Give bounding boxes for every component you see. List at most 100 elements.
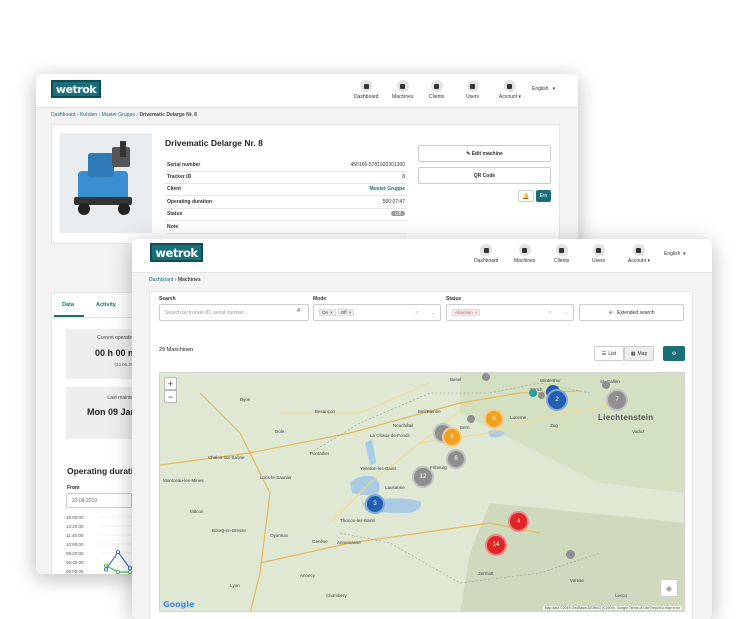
clients-icon bbox=[430, 80, 443, 92]
chevron-down-icon[interactable]: ⌄ bbox=[564, 310, 568, 316]
status-label: Status bbox=[446, 296, 462, 302]
account-icon bbox=[503, 80, 516, 92]
account-icon bbox=[632, 244, 645, 256]
map-label-basel: Basel bbox=[450, 377, 462, 382]
clear-icon[interactable]: × bbox=[415, 310, 418, 316]
search-input[interactable]: Search by tracker ID, serial number... bbox=[159, 304, 309, 321]
edit-machine-button[interactable]: ✎ Edit machine bbox=[418, 145, 551, 162]
map-label-vaduz: Vaduz bbox=[632, 429, 645, 434]
map-cluster[interactable]: 12 bbox=[412, 466, 434, 488]
map-cluster[interactable]: 2 bbox=[546, 389, 568, 411]
google-logo: Google bbox=[163, 600, 195, 609]
nav-users[interactable]: Users bbox=[466, 80, 479, 100]
map-pin[interactable] bbox=[482, 373, 490, 381]
wetrok-logo-front[interactable]: wetrok bbox=[150, 243, 203, 262]
users-icon bbox=[466, 80, 479, 92]
clients-icon bbox=[555, 244, 568, 256]
extended-search-button[interactable]: ⚟ Extended search bbox=[579, 304, 684, 321]
clear-icon[interactable]: × bbox=[548, 310, 551, 316]
status-badge: Off bbox=[391, 211, 405, 216]
series-point-1 bbox=[116, 570, 120, 574]
map-label-dijon: Dijon bbox=[240, 397, 251, 402]
language-select[interactable]: English ▾ bbox=[532, 86, 555, 92]
map-cluster[interactable]: 4 bbox=[508, 511, 529, 532]
list-icon: ☰ bbox=[601, 350, 607, 357]
map-label-zermatt: Zermatt bbox=[478, 571, 494, 576]
series-point-0 bbox=[104, 567, 109, 572]
map-label-la-chaux-de-fonds: La Chaux-de-Fonds bbox=[370, 433, 410, 438]
last-maintenance-box: Last mainten Mon 09 Jan bbox=[66, 387, 136, 439]
map-label-fribourg: Fribourg bbox=[430, 465, 447, 470]
tab-data[interactable]: Data bbox=[62, 302, 74, 308]
crumb-current: Machines bbox=[177, 277, 201, 283]
search-icon[interactable]: ⌕ bbox=[297, 307, 301, 315]
dashboard-icon bbox=[480, 244, 493, 256]
status-tag-attention[interactable]: Attention × bbox=[452, 309, 481, 316]
bell-icon[interactable]: 🔔 bbox=[518, 190, 534, 202]
nav-users-front[interactable]: Users bbox=[592, 244, 605, 264]
machines-map[interactable]: + − Dijon Besançon Basel Winterthur Züri… bbox=[159, 372, 685, 612]
mode-tag-off[interactable]: Off × bbox=[337, 309, 355, 316]
nav-clients-front[interactable]: Clients bbox=[554, 244, 569, 264]
map-cluster[interactable]: 6 bbox=[484, 409, 504, 429]
series-point-0 bbox=[116, 550, 121, 555]
qr-code-button[interactable]: QR Code bbox=[418, 167, 551, 184]
y-tick-label: 13:20:00 bbox=[66, 524, 84, 529]
map-label-zug: Zug bbox=[550, 423, 558, 428]
wetrok-logo[interactable]: wetrok bbox=[51, 80, 101, 98]
mode-label: Mode bbox=[313, 296, 327, 302]
nav-machines-front[interactable]: Machines bbox=[514, 244, 535, 264]
map-label-annecy: Annecy bbox=[300, 573, 316, 578]
map-pin[interactable] bbox=[467, 415, 475, 423]
from-label: From bbox=[67, 485, 80, 491]
search-label: Search bbox=[159, 296, 176, 302]
map-pin[interactable] bbox=[566, 550, 575, 559]
map-cluster[interactable]: 6 bbox=[442, 427, 462, 447]
map-label-bern: Bern bbox=[460, 425, 470, 430]
crumb-group[interactable]: Muster Gruppe bbox=[102, 112, 135, 118]
notify-toggle[interactable]: Ein bbox=[536, 190, 551, 202]
status-select[interactable]: Attention × × ⌄ bbox=[446, 304, 574, 321]
mode-select[interactable]: On × Off × × ⌄ bbox=[313, 304, 441, 321]
from-date-input[interactable]: 23.04.2019 bbox=[66, 493, 132, 508]
chevron-down-icon[interactable]: ⌄ bbox=[431, 310, 435, 316]
map-view-button[interactable]: ▦ Map bbox=[624, 346, 654, 361]
map-label-oyonnax: Oyonnax bbox=[270, 533, 289, 538]
tab-activity[interactable]: Activity bbox=[96, 302, 116, 308]
crumb-dashboard[interactable]: Dashboard bbox=[149, 277, 173, 283]
settings-button[interactable]: ⚙ bbox=[663, 346, 685, 361]
map-cluster[interactable]: 3 bbox=[365, 494, 385, 514]
layers-icon[interactable]: ◈ bbox=[660, 579, 678, 597]
map-label-lausanne: Lausanne bbox=[385, 485, 405, 490]
language-select-front[interactable]: English ▾ bbox=[664, 251, 686, 257]
nav-dashboard[interactable]: Dashboard bbox=[354, 80, 378, 100]
map-cluster[interactable]: 6 bbox=[446, 449, 466, 469]
nav-account-front[interactable]: Account ▾ bbox=[628, 244, 650, 264]
crumb-kunden[interactable]: Kunden bbox=[80, 112, 97, 118]
nav-dashboard-front[interactable]: Dashboard bbox=[474, 244, 498, 264]
detail-status: Status Off bbox=[165, 208, 407, 221]
operating-duration-chart: 15:00:00 13:20:00 11:40:00 10:00:00 08:20:00… bbox=[66, 515, 136, 574]
map-cluster[interactable]: 14 bbox=[485, 534, 507, 556]
map-label-biel: Biel/Bienne bbox=[418, 409, 441, 414]
map-icon: ▦ bbox=[630, 350, 636, 357]
nav-account[interactable]: Account ▾ bbox=[499, 80, 521, 100]
dashboard-icon bbox=[360, 80, 373, 92]
list-view-button[interactable]: ☰ List bbox=[594, 346, 624, 361]
crumb-current: Drivematic Delarge Nr. 8 bbox=[139, 112, 197, 118]
zoom-in-button[interactable]: + bbox=[164, 377, 177, 390]
mode-tag-on[interactable]: On × bbox=[319, 309, 336, 316]
map-attribution[interactable]: Map data ©2019 GeoBasis-DE/BKG (©2009), … bbox=[542, 606, 682, 610]
map-cluster[interactable]: 7 bbox=[606, 389, 628, 411]
map-pin[interactable] bbox=[529, 389, 537, 397]
map-label-lyon: Lyon bbox=[230, 583, 240, 588]
map-pin[interactable] bbox=[602, 381, 610, 389]
nav-machines[interactable]: Machines bbox=[392, 80, 413, 100]
detail-client: Client Muster Gruppe bbox=[165, 183, 407, 196]
map-label-yverdon: Yverdon-les-Bains bbox=[360, 466, 397, 471]
map-pin[interactable] bbox=[538, 392, 545, 399]
zoom-out-button[interactable]: − bbox=[164, 390, 177, 403]
crumb-dashboard[interactable]: Dashboard bbox=[51, 112, 75, 118]
nav-clients[interactable]: Clients bbox=[429, 80, 444, 100]
map-label-lucerne: Lucerne bbox=[510, 415, 527, 420]
